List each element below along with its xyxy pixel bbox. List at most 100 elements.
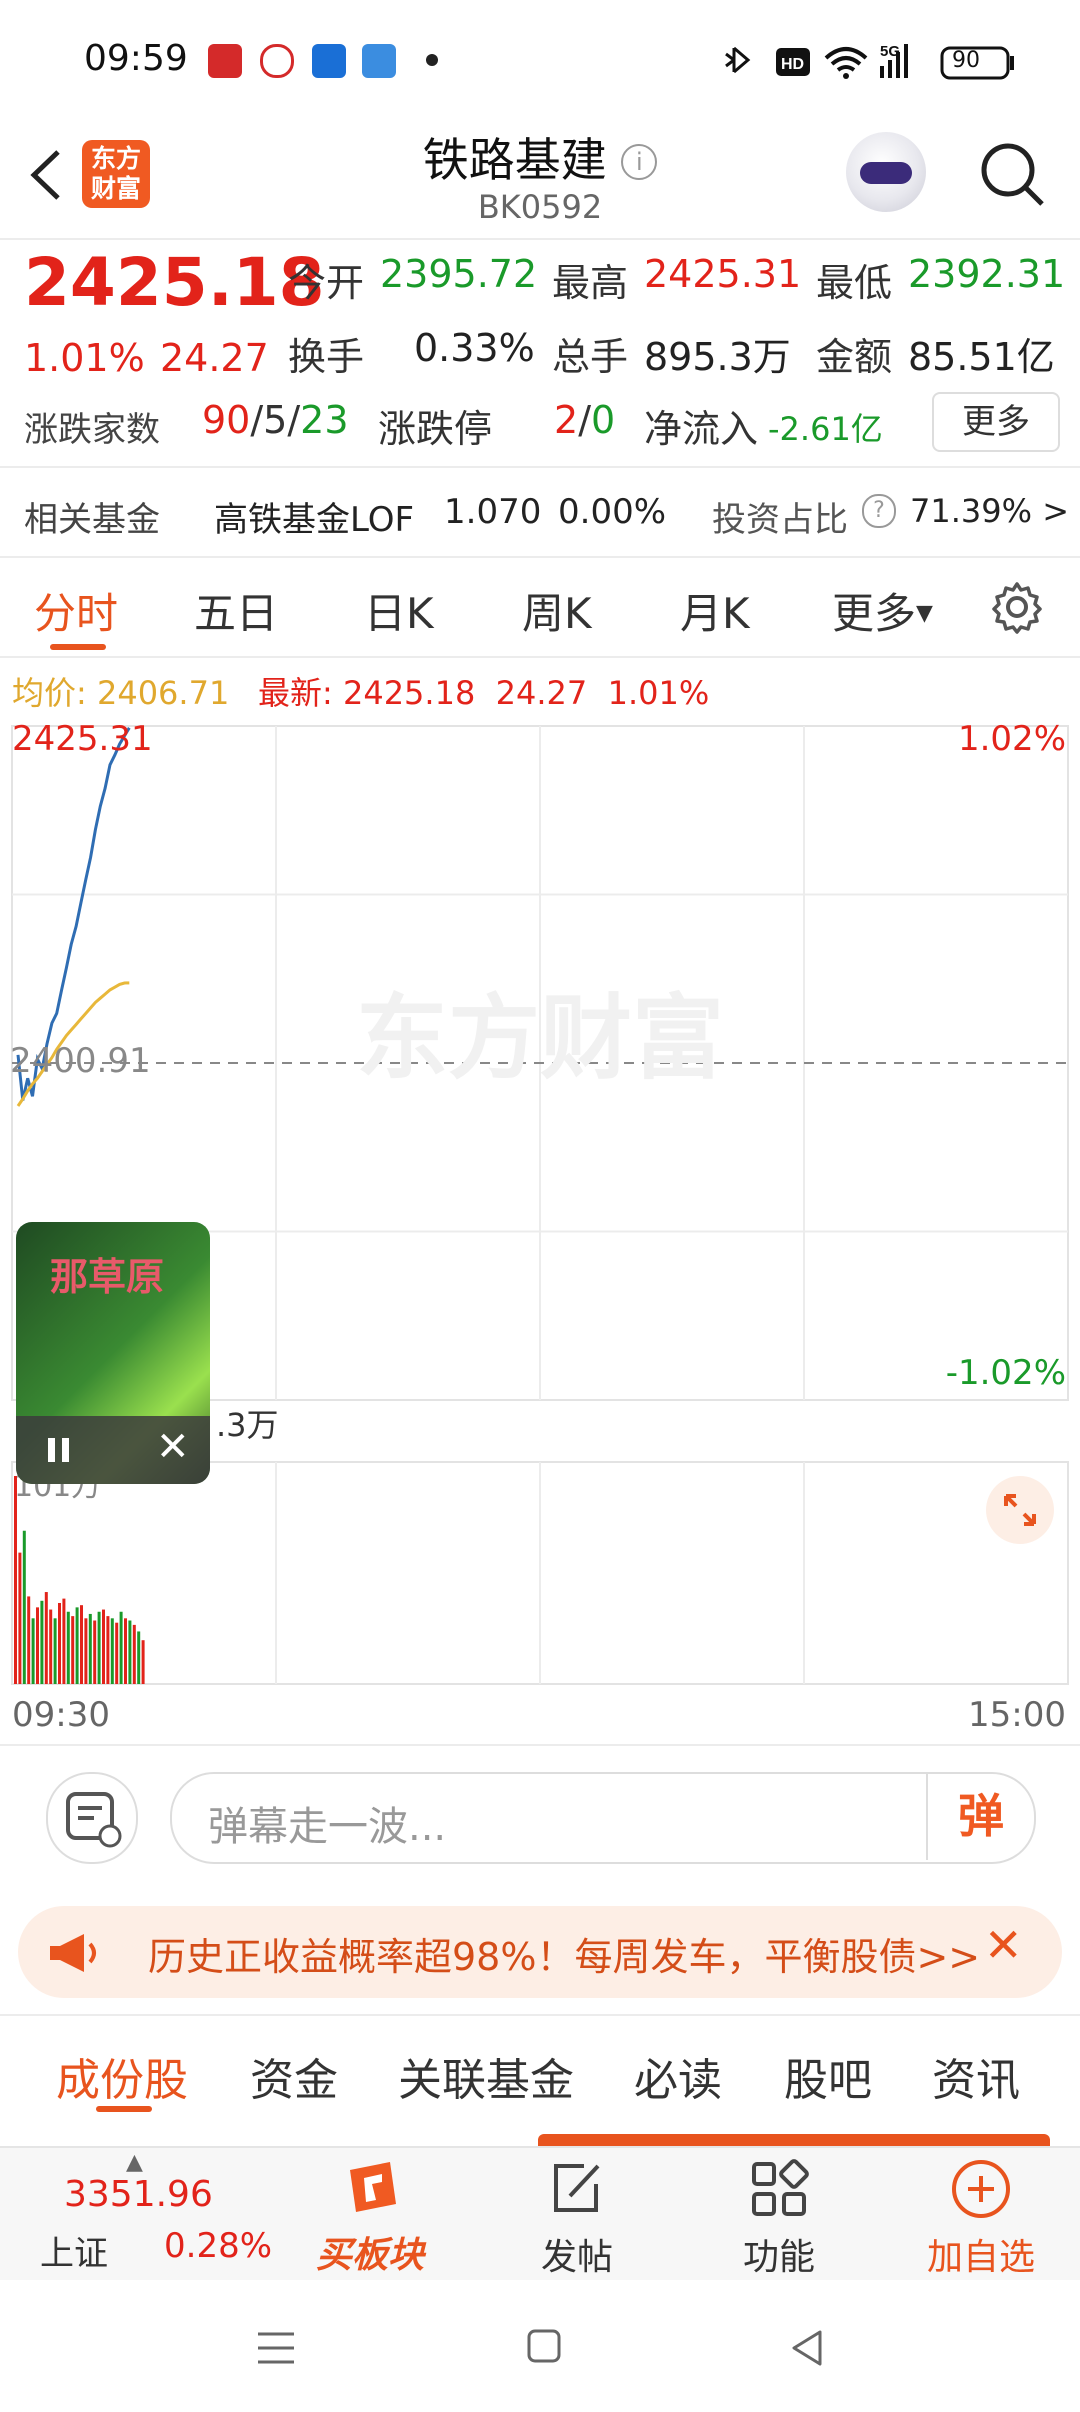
tab-five-day[interactable]: 五日 [194,580,278,641]
pause-icon[interactable] [48,1438,55,1462]
investment-ratio-value[interactable]: 71.39% > [910,492,1069,530]
breadth-label: 涨跌家数 [24,410,160,450]
functions-grid-icon[interactable] [746,2156,812,2222]
app-notification-icon [208,44,242,78]
assistant-robot-icon[interactable] [846,132,926,212]
info-icon[interactable]: i [621,144,658,180]
video-popup[interactable]: 那草原 ✕ [16,1222,210,1484]
index-name[interactable]: 上证 [40,2226,108,2275]
add-watchlist-icon[interactable] [946,2154,1016,2224]
status-bar: 09:59 HD 5G 90 [0,0,1080,120]
video-controls: ✕ [16,1416,210,1484]
divider [0,2014,1080,2016]
tab-monthly-k[interactable]: 月K [680,580,750,641]
video-caption: 那草原 [50,1255,165,1299]
chart-settings-gear-icon[interactable] [990,580,1044,634]
bottom-tab-underline [96,2106,152,2112]
menu-icon[interactable] [256,2330,296,2366]
expand-chart-icon[interactable] [986,1476,1054,1544]
low-label: 最低 [816,261,893,305]
volume-bar [80,1605,83,1684]
low-value: 2392.31 [908,252,1066,296]
buy-sector-icon[interactable] [336,2156,416,2226]
app-notification-icon [312,44,346,78]
status-time: 09:59 [84,38,188,79]
tab-constituents[interactable]: 成份股 [56,2044,188,2108]
volume-bar [49,1609,53,1684]
change-pct: 1.01% [24,336,145,380]
more-notifications-dot-icon [426,54,438,66]
tab-funds[interactable]: 资金 [250,2044,338,2108]
volume-value: 895.3万 [644,335,791,379]
volume-bar [66,1611,70,1684]
help-icon[interactable]: ? [862,494,896,528]
x-start-label: 09:30 [12,1695,110,1735]
volume-bar [132,1624,136,1684]
danmu-send-button[interactable]: 弹 [926,1772,1034,1860]
volume-bar [31,1618,35,1684]
netflow-value: -2.61亿 [768,410,883,448]
volume-bar [18,1552,22,1684]
breadth-value: 90/5/23 [202,398,349,442]
related-fund-price: 1.070 [444,492,542,532]
more-button[interactable]: 更多 [932,392,1060,452]
tab-related-funds[interactable]: 关联基金 [398,2044,574,2108]
volume-bar [22,1530,26,1684]
tab-intraday[interactable]: 分时 [34,580,118,641]
promo-banner-text[interactable]: 历史正收益概率超98%！每周发车，平衡股债>> [148,1926,980,1981]
index-value[interactable]: 3351.96 [64,2174,213,2215]
tab-daily-k[interactable]: 日K [364,580,434,641]
change-amount: 24.27 [160,336,269,380]
expand-up-icon[interactable]: ▲ [126,2150,143,2175]
volume-bar [119,1611,123,1684]
volume-bar [75,1607,79,1684]
app-notification-icon [362,44,396,78]
tab-news[interactable]: 资讯 [932,2044,1020,2108]
pct-bottom-label: -1.02% [946,1353,1066,1393]
limit-label: 涨跌停 [378,407,493,451]
investment-ratio-label: 投资占比 [712,500,848,540]
post-label[interactable]: 发帖 [522,2228,632,2280]
home-icon[interactable] [526,2328,562,2364]
amount-label: 金额 [816,335,893,379]
turnover-label: 换手 [288,335,365,379]
back-icon[interactable] [788,2328,828,2368]
functions-label[interactable]: 功能 [724,2228,834,2280]
volume-bars [14,1476,145,1684]
danmu-toggle-icon[interactable] [46,1772,138,1864]
chart-grid [11,725,1069,1685]
y-mid-label: 2400.91 [10,1041,151,1081]
volume-bar [97,1611,101,1684]
limit-value: 2/0 [554,398,616,442]
tab-forum[interactable]: 股吧 [784,2044,872,2108]
related-fund-name[interactable]: 高铁基金LOF [214,492,414,541]
open-label: 今开 [288,261,365,305]
divider [0,656,1080,658]
close-video-icon[interactable]: ✕ [156,1424,190,1470]
volume-label: 总手 [552,335,629,379]
tab-weekly-k[interactable]: 周K [522,580,592,641]
volume-bar [84,1618,88,1684]
tab-more[interactable]: 更多▼ [832,580,933,641]
add-watchlist-label[interactable]: 加自选 [906,2228,1056,2280]
search-icon[interactable] [978,140,1048,210]
battery-level: 90 [952,48,980,73]
divider [0,466,1080,468]
related-fund-change: 0.00% [558,492,667,532]
high-value: 2425.31 [644,252,802,296]
tooltip-edge [538,2134,1050,2146]
index-pct[interactable]: 0.28% [164,2226,272,2266]
volume-bar [44,1592,48,1684]
volume-bar [93,1620,97,1684]
intraday-chart[interactable]: 东方财富 2425.31 1.02% 2400.91 -1.02% .3万 10… [0,660,1080,1750]
danmu-placeholder: 弹幕走一波... [208,1804,447,1850]
post-edit-icon[interactable] [544,2156,610,2222]
volume-bar [14,1476,17,1684]
tab-must-read[interactable]: 必读 [634,2044,722,2108]
volume-bar [36,1607,39,1684]
megaphone-icon [50,1934,96,1972]
close-banner-icon[interactable]: ✕ [984,1918,1023,1972]
netflow-label: 净流入 [644,407,759,451]
buy-sector-label[interactable]: 买板块 [316,2226,424,2278]
volume-bar [62,1598,66,1684]
